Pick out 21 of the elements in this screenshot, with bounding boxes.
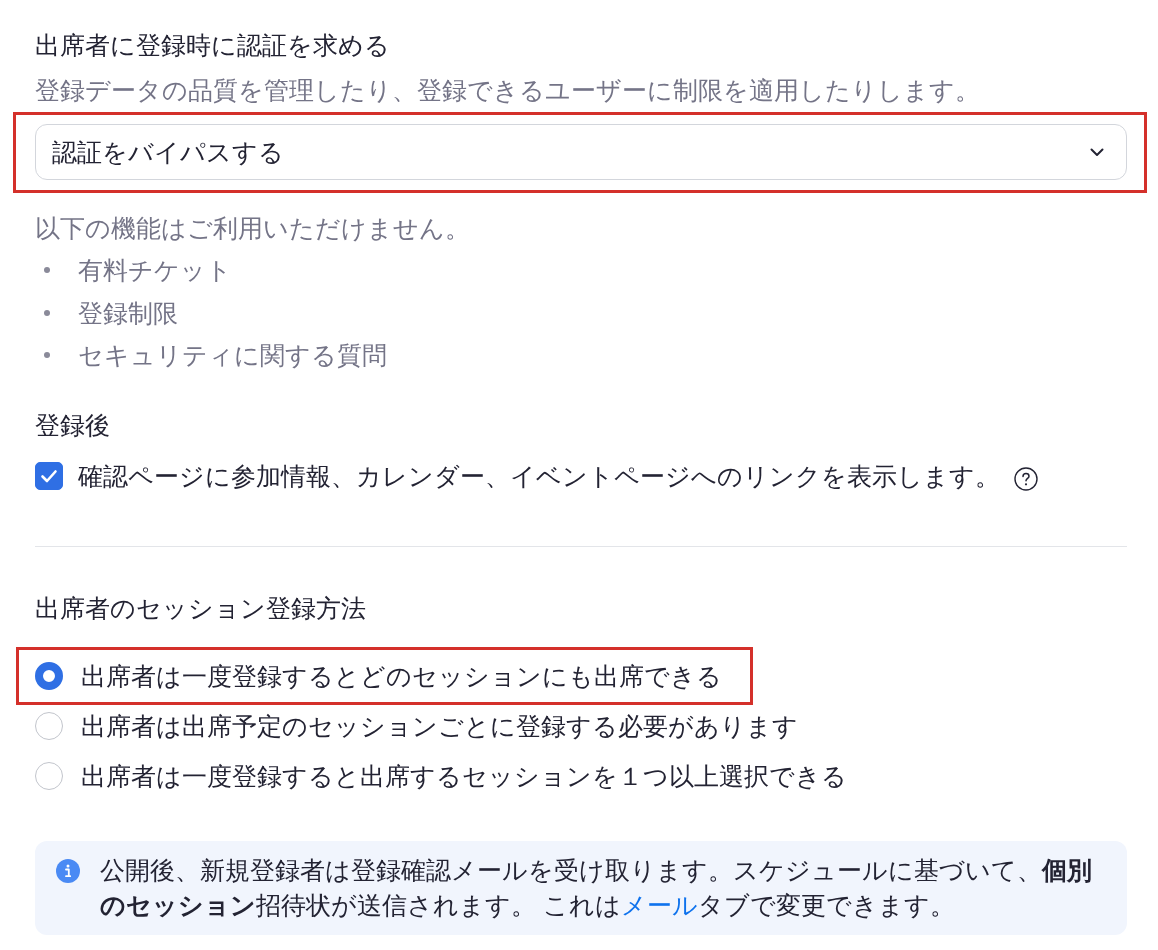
chevron-down-icon (1090, 147, 1104, 157)
info-message: 公開後、新規登録者は登録確認メールを受け取ります。スケジュールに基づいて、個別のセッション招待状が送信されます。 これはメールタブで変更できます。 (100, 855, 1093, 921)
radio-option[interactable]: 出席者は一度登録すると出席するセッションを１つ以上選択できる (35, 758, 847, 794)
feature-item: 有料チケット (78, 255, 232, 286)
radio-option[interactable]: 出席者は一度登録するとどのセッションにも出席できる (35, 658, 722, 694)
mail-tab-link[interactable]: メール (620, 891, 698, 919)
feature-item: セキュリティに関する質問 (78, 340, 387, 371)
section-title: 出席者のセッション登録方法 (35, 593, 367, 624)
help-icon[interactable] (1014, 467, 1038, 491)
bullet-icon (44, 352, 50, 358)
section-description: 登録データの品質を管理したり、登録できるユーザーに制限を適用したりします。 (35, 75, 981, 106)
section-title: 出席者に登録時に認証を求める (35, 30, 391, 61)
bullet-icon (44, 267, 50, 273)
auth-method-select[interactable]: 認証をバイパスする (35, 124, 1127, 180)
feature-item: 登録制限 (78, 297, 178, 329)
info-icon (56, 859, 80, 883)
section-title: 登録後 (35, 410, 111, 441)
bullet-icon (44, 309, 50, 316)
confirmation-checkbox[interactable]: 確認ページに参加情報、カレンダー、イベントページへのリンクを表示します。 (35, 458, 1000, 494)
radio-option[interactable]: 出席者は出席予定のセッションごとに登録する必要があります (35, 708, 798, 744)
unavailable-note: 以下の機能はご利用いただけません。 (35, 213, 471, 244)
